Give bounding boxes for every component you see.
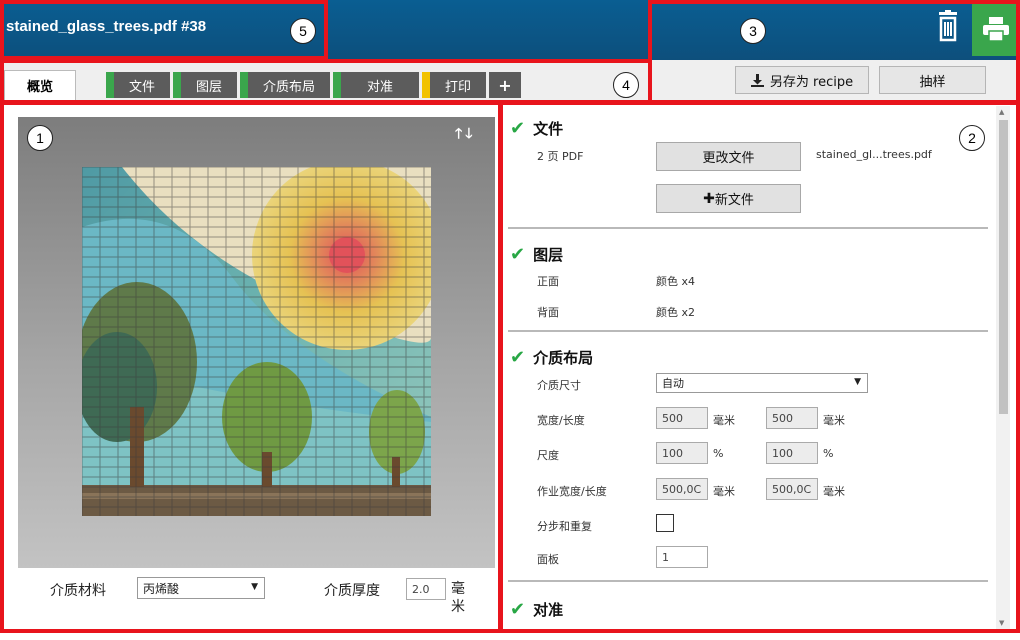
sample-button[interactable]: 抽样: [879, 66, 986, 94]
front-value: 颜色 x4: [656, 275, 696, 288]
length-unit: 毫米: [823, 414, 845, 427]
tab-file[interactable]: 文件: [106, 72, 170, 98]
divider: [508, 580, 988, 582]
scroll-up-icon[interactable]: ▲: [999, 108, 1004, 116]
tab-media-layout[interactable]: 介质布局: [240, 72, 330, 98]
plus-icon: +: [498, 75, 512, 95]
scrollbar-thumb[interactable]: [999, 120, 1008, 414]
step-repeat-label: 分步和重复: [537, 520, 592, 533]
file-name: stained_gl...trees.pdf: [816, 148, 932, 161]
registration-section-header[interactable]: ✔ 对准: [510, 599, 563, 620]
page-count: 2 页 PDF: [537, 150, 584, 163]
tab-registration[interactable]: 对准: [333, 72, 419, 98]
panels-label: 面板: [537, 553, 559, 566]
add-tab-button[interactable]: +: [489, 72, 521, 98]
plus-icon: ✚: [703, 190, 715, 207]
job-length-unit: 毫米: [823, 485, 845, 498]
change-file-button[interactable]: 更改文件: [656, 142, 801, 171]
check-icon: ✔: [510, 599, 526, 620]
media-material-select[interactable]: 丙烯酸 ▼: [137, 577, 265, 599]
step-repeat-checkbox[interactable]: [656, 514, 674, 532]
new-file-button[interactable]: ✚ 新文件: [656, 184, 801, 213]
file-section-header[interactable]: ✔ 文件: [510, 118, 563, 139]
callout-2: 2: [959, 125, 985, 151]
length-input[interactable]: 500: [766, 407, 818, 429]
callout-1: 1: [27, 125, 53, 151]
scale-x-unit: %: [713, 447, 724, 460]
media-thickness-unit: 毫米: [451, 581, 465, 615]
scroll-down-icon[interactable]: ▼: [999, 619, 1004, 627]
media-thickness-input[interactable]: 2.0: [406, 578, 446, 600]
callout-5: 5: [290, 18, 316, 44]
scale-x-input[interactable]: 100: [656, 442, 708, 464]
media-layout-section-header[interactable]: ✔ 介质布局: [510, 347, 593, 368]
tab-print[interactable]: 打印: [422, 72, 486, 98]
flip-arrows-icon[interactable]: 🡑🡓: [455, 123, 476, 147]
width-unit: 毫米: [713, 414, 735, 427]
width-input[interactable]: 500: [656, 407, 708, 429]
check-icon: ✔: [510, 347, 526, 368]
width-length-label: 宽度/长度: [537, 414, 585, 427]
scale-label: 尺度: [537, 449, 559, 462]
divider: [508, 330, 988, 332]
artwork-preview: [82, 167, 431, 516]
print-button[interactable]: [972, 2, 1020, 56]
job-size-label: 作业宽度/长度: [537, 485, 607, 498]
caret-down-icon: ▼: [251, 582, 258, 592]
settings-panel: [500, 103, 1020, 633]
job-length-input[interactable]: 500,0C: [766, 478, 818, 500]
check-icon: ✔: [510, 118, 526, 139]
callout-4: 4: [613, 72, 639, 98]
panels-input[interactable]: 1: [656, 546, 708, 568]
media-material-label: 介质材料: [50, 583, 106, 599]
media-thickness-label: 介质厚度: [324, 583, 380, 599]
front-label: 正面: [537, 275, 559, 288]
tab-overview[interactable]: 概览: [4, 70, 76, 100]
divider: [508, 227, 988, 229]
download-icon: [750, 73, 764, 87]
back-value: 颜色 x2: [656, 306, 696, 319]
back-label: 背面: [537, 306, 559, 319]
job-title: stained_glass_trees.pdf #38: [6, 18, 207, 35]
scale-y-unit: %: [823, 447, 834, 460]
job-width-unit: 毫米: [713, 485, 735, 498]
printer-icon: [983, 17, 1009, 41]
trash-icon[interactable]: [934, 10, 962, 44]
layers-section-header[interactable]: ✔ 图层: [510, 244, 563, 265]
tab-layers[interactable]: 图层: [173, 72, 237, 98]
caret-down-icon: ▼: [854, 377, 861, 387]
check-icon: ✔: [510, 244, 526, 265]
job-width-input[interactable]: 500,0C: [656, 478, 708, 500]
media-size-select[interactable]: 自动 ▼: [656, 373, 868, 393]
save-as-recipe-button[interactable]: 另存为 recipe: [735, 66, 869, 94]
media-size-label: 介质尺寸: [537, 379, 581, 392]
scale-y-input[interactable]: 100: [766, 442, 818, 464]
callout-3: 3: [740, 18, 766, 44]
